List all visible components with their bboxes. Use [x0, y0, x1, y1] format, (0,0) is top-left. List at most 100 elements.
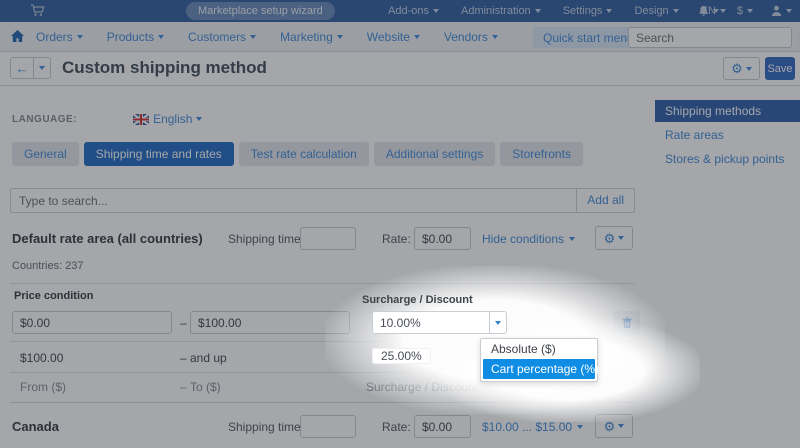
back-button-group: ← [10, 57, 51, 79]
nav-customers[interactable]: Customers [188, 30, 256, 44]
price-condition-header: Price condition [14, 290, 93, 302]
settings-sidebar: Shipping methods Rate areas Stores & pic… [655, 100, 800, 170]
notifications-menu[interactable] [698, 5, 719, 17]
rate-area-search-input[interactable] [11, 194, 576, 208]
dropdown-option-cart-percentage[interactable]: Cart percentage (%) [483, 359, 595, 379]
canada-rate-area-row: Canada Shipping time: Rate: $10.00 ... $… [10, 414, 635, 440]
sidebar-item-shipping-methods[interactable]: Shipping methods [655, 100, 800, 122]
gear-icon: ⚙ [604, 232, 616, 245]
page-title: Custom shipping method [62, 58, 267, 78]
bell-icon [698, 5, 709, 17]
page-settings-button[interactable]: ⚙ [723, 57, 760, 80]
tab-test-rate-calculation[interactable]: Test rate calculation [239, 142, 369, 166]
add-all-button[interactable]: Add all [576, 188, 634, 213]
chevron-down-icon [577, 425, 583, 429]
menu-design[interactable]: Design [634, 5, 678, 17]
hide-conditions-link[interactable]: Hide conditions [482, 232, 575, 246]
rate-input[interactable] [414, 415, 471, 438]
chevron-down-icon [535, 9, 541, 13]
chevron-down-icon [746, 67, 752, 71]
chevron-down-icon [196, 117, 202, 121]
nav-products[interactable]: Products [107, 30, 164, 44]
default-rate-area-row: Default rate area (all countries) Shippi… [10, 226, 635, 252]
back-button[interactable]: ← [10, 57, 34, 79]
chevron-down-icon [495, 321, 501, 325]
chevron-down-icon [747, 9, 753, 13]
save-button[interactable]: Save [765, 57, 795, 80]
shipping-time-input[interactable] [300, 415, 356, 438]
shipping-time-label: Shipping time: [228, 232, 304, 246]
range-dash: – [180, 316, 187, 330]
cart-icon[interactable] [30, 4, 45, 22]
rate-label: Rate: [382, 232, 411, 246]
dropdown-option-absolute[interactable]: Absolute ($) [481, 339, 597, 359]
top-menu-group: Add-ons Administration Settings Design E… [388, 0, 726, 22]
chevron-down-icon [606, 9, 612, 13]
user-icon [771, 5, 782, 17]
range-dash: – [180, 351, 187, 365]
marketplace-setup-wizard-button[interactable]: Marketplace setup wizard [186, 2, 335, 20]
chevron-down-icon [786, 9, 792, 13]
surcharge-type-dropdown-menu: Absolute ($) Cart percentage (%) [480, 338, 598, 382]
surcharge-discount-header: Surcharge / Discount [362, 294, 473, 306]
tab-additional-settings[interactable]: Additional settings [374, 142, 495, 166]
countries-count: Countries: 237 [12, 260, 84, 272]
top-icons-group: $ [698, 0, 792, 22]
currency-menu[interactable]: $ [737, 5, 753, 17]
nav-vendors[interactable]: Vendors [444, 30, 498, 44]
top-admin-bar: Marketplace setup wizard Add-ons Adminis… [0, 0, 800, 22]
price-from-input[interactable] [12, 311, 172, 334]
from-placeholder[interactable]: From ($) [20, 380, 66, 394]
nav-menu-group: Orders Products Customers Marketing Webs… [36, 22, 498, 52]
chevron-down-icon [492, 35, 498, 39]
tab-shipping-time-and-rates[interactable]: Shipping time and rates [84, 142, 234, 166]
language-dropdown[interactable]: English [133, 112, 202, 126]
admin-page: Marketplace setup wizard Add-ons Adminis… [0, 0, 800, 448]
chevron-down-icon [337, 35, 343, 39]
tab-storefronts[interactable]: Storefronts [500, 142, 583, 166]
sidebar-item-stores-pickup-points[interactable]: Stores & pickup points [655, 148, 800, 170]
range-dash: – [180, 380, 187, 394]
rate-input[interactable] [414, 227, 471, 250]
chevron-down-icon [433, 9, 439, 13]
page-header: ← Custom shipping method ⚙ Save [0, 52, 800, 86]
rate-range-link[interactable]: $10.00 ... $15.00 [482, 420, 583, 434]
menu-settings[interactable]: Settings [563, 5, 613, 17]
global-search-input[interactable] [629, 31, 798, 45]
nav-marketing[interactable]: Marketing [280, 30, 343, 44]
home-icon[interactable] [10, 29, 25, 48]
rate-area-settings-button[interactable]: ⚙ [595, 226, 633, 250]
chevron-down-icon [618, 424, 624, 428]
rate-area-settings-button[interactable]: ⚙ [595, 414, 633, 438]
chevron-down-icon [673, 9, 679, 13]
nav-website[interactable]: Website [367, 30, 420, 44]
price-to-input[interactable] [190, 311, 350, 334]
language-selector-row: LANGUAGE: English [12, 112, 202, 126]
chevron-down-icon [618, 236, 624, 240]
divider [10, 283, 635, 284]
sidebar-item-rate-areas[interactable]: Rate areas [655, 124, 800, 146]
tab-general[interactable]: General [12, 142, 79, 166]
surcharge-value[interactable]: 25.00% [372, 348, 431, 364]
surcharge-placeholder[interactable]: Surcharge / Discount [366, 380, 478, 394]
surcharge-value-input[interactable] [372, 311, 489, 334]
chevron-down-icon [569, 237, 575, 241]
menu-administration[interactable]: Administration [461, 5, 541, 17]
section-divider [10, 402, 635, 403]
gear-icon: ⚙ [731, 62, 743, 75]
back-dropdown-button[interactable] [34, 57, 51, 79]
chevron-down-icon [158, 35, 164, 39]
surcharge-type-dropdown-toggle[interactable] [489, 311, 507, 334]
to-placeholder[interactable]: To ($) [190, 380, 221, 394]
condition-row-1: – [10, 311, 635, 335]
tab-bar: General Shipping time and rates Test rat… [12, 142, 583, 166]
rate-area-search: Add all [10, 188, 635, 213]
rate-area-title: Default rate area (all countries) [12, 231, 203, 246]
shipping-time-input[interactable] [300, 227, 356, 250]
menu-add-ons[interactable]: Add-ons [388, 5, 439, 17]
chevron-down-icon [250, 35, 256, 39]
user-account-menu[interactable] [771, 5, 792, 17]
chevron-down-icon [414, 35, 420, 39]
nav-orders[interactable]: Orders [36, 30, 83, 44]
shipping-time-label: Shipping time: [228, 420, 304, 434]
